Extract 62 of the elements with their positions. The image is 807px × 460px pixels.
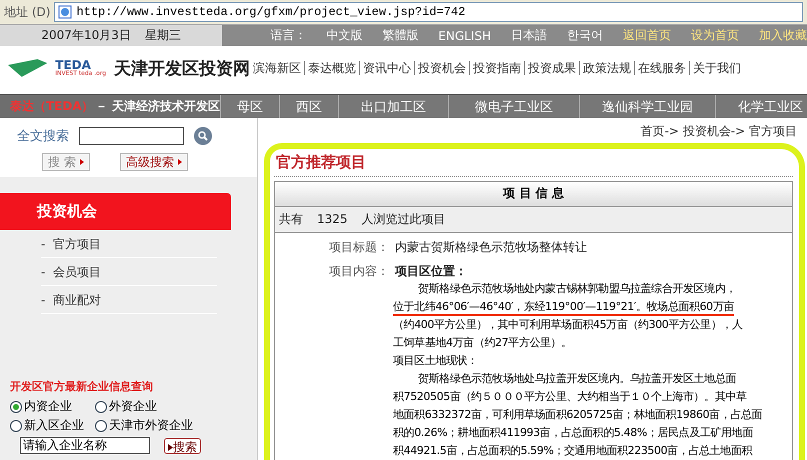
page-icon bbox=[58, 5, 72, 19]
table-header: 项 目 信 息 bbox=[275, 182, 792, 207]
menu-heading: 投资机会 bbox=[0, 193, 231, 230]
site-name: 天津开发区投资网 bbox=[114, 58, 250, 80]
search-icon[interactable] bbox=[194, 127, 212, 145]
nav-link[interactable]: 滨海新区 bbox=[250, 61, 304, 75]
nav-link[interactable]: 政策法规 bbox=[579, 61, 634, 75]
text-line: 积44921.5亩，占总面积的5.59%；交通用地面积223500亩，占总土地面积 bbox=[393, 443, 752, 459]
field-label: 项目标题： bbox=[329, 239, 389, 256]
date-text: 2007年10月3日 bbox=[41, 27, 131, 44]
views-prefix: 共有 bbox=[279, 210, 303, 228]
nav-link[interactable]: 投资机会 bbox=[414, 61, 469, 75]
language-label: 语言： bbox=[270, 27, 306, 44]
nav-link[interactable]: 投资指南 bbox=[469, 61, 524, 75]
views-suffix: 人浏览过此项目 bbox=[362, 210, 446, 228]
company-name-field[interactable]: 请输入企业名称 bbox=[20, 437, 150, 454]
text-line: 地面积6332372亩，可利用草场面积6205725亩；林地面积19860亩，占总面 bbox=[393, 407, 762, 423]
zone-tab[interactable]: 微电子工业区 bbox=[448, 95, 579, 118]
radio-option[interactable]: 内资企业 bbox=[10, 398, 95, 415]
radio-option[interactable]: 新入区企业 bbox=[10, 417, 95, 434]
teda-logo-icon bbox=[8, 59, 48, 77]
text-line: 工饲草基地4万亩（约27平方公里）。 bbox=[393, 335, 572, 351]
query-search-button[interactable]: 搜索 bbox=[164, 438, 201, 454]
nav-link[interactable]: 投资成果 bbox=[524, 61, 579, 75]
text-line: 积的0.26%；耕地面积411993亩，占总面积的5.48%；居民点及工矿用地面 bbox=[393, 425, 753, 441]
text-line: （约400平方公里），其中可利用草场面积45万亩（约300平方公里），人 bbox=[393, 317, 743, 333]
query-title: 开发区官方最新企业信息查询 bbox=[10, 379, 154, 394]
search-field[interactable] bbox=[79, 127, 184, 145]
address-field[interactable]: http://www.investteda.org/gfxm/project_view.jsp?id=742 bbox=[54, 2, 803, 22]
zone-tab[interactable]: 化学工业区 bbox=[714, 95, 807, 118]
search-label: 全文搜索 bbox=[17, 128, 69, 145]
weekday-text: 星期三 bbox=[144, 27, 181, 44]
text-line: 贺斯格绿色示范牧场地处乌拉盖开发区境内。乌拉盖开发区土地总面 bbox=[417, 371, 736, 387]
section-title: 官方推荐项目 bbox=[274, 153, 793, 177]
menu-item[interactable]: - 商业配对 bbox=[41, 286, 217, 314]
radio-option[interactable]: 外资企业 bbox=[95, 398, 257, 415]
field-label: 项目内容： bbox=[329, 263, 389, 280]
content-heading: 项目区位置： bbox=[395, 263, 467, 280]
nav-link[interactable]: 关于我们 bbox=[689, 61, 744, 75]
nav-link[interactable]: 资讯中心 bbox=[359, 61, 414, 75]
views-count: 1325 bbox=[317, 212, 348, 226]
zone-tab[interactable]: 出口加工区 bbox=[338, 95, 448, 118]
project-title: 内蒙古贺斯格绿色示范牧场整体转让 bbox=[395, 239, 587, 256]
text-line: 项目区土地现状： bbox=[393, 353, 478, 369]
menu-item[interactable]: - 官方项目 bbox=[41, 230, 217, 258]
text-line: 贺斯格绿色示范牧场地处内蒙古锡林郭勒盟乌拉盖综合开发区境内， bbox=[417, 281, 736, 297]
url-text: http://www.investteda.org/gfxm/project_view.jsp?id=742 bbox=[76, 5, 466, 19]
breadcrumb: 首页-> 投资机会-> 官方项目 bbox=[640, 123, 798, 140]
zone-tab[interactable]: 逸仙科学工业园 bbox=[578, 95, 715, 118]
chevron-icon bbox=[168, 444, 173, 450]
address-label: 地址 (D) bbox=[4, 4, 50, 20]
radio-option[interactable]: 天津市外资企业 bbox=[95, 417, 257, 434]
zone-title: － 天津经济技术开发区 bbox=[96, 98, 220, 115]
text-line: 积7520505亩（约５０００平方公里、大约相当于１０个上海市）。其中草 bbox=[393, 389, 747, 405]
underlined-text-line: 位于北纬46°06′—46°40′，东经119°00′—119°21′。牧场总面积60万亩 bbox=[393, 298, 734, 316]
nav-link[interactable]: 在线服务 bbox=[634, 61, 689, 75]
menu-item[interactable]: - 会员项目 bbox=[41, 258, 217, 286]
zone-brand: 泰达（TEDA） bbox=[10, 98, 94, 115]
logo-brand: TEDA bbox=[55, 59, 91, 71]
search-button[interactable]: 高级搜索 bbox=[120, 153, 188, 171]
zone-tab[interactable]: 西区 bbox=[278, 95, 338, 118]
nav-link[interactable]: 泰达概览 bbox=[304, 61, 359, 75]
